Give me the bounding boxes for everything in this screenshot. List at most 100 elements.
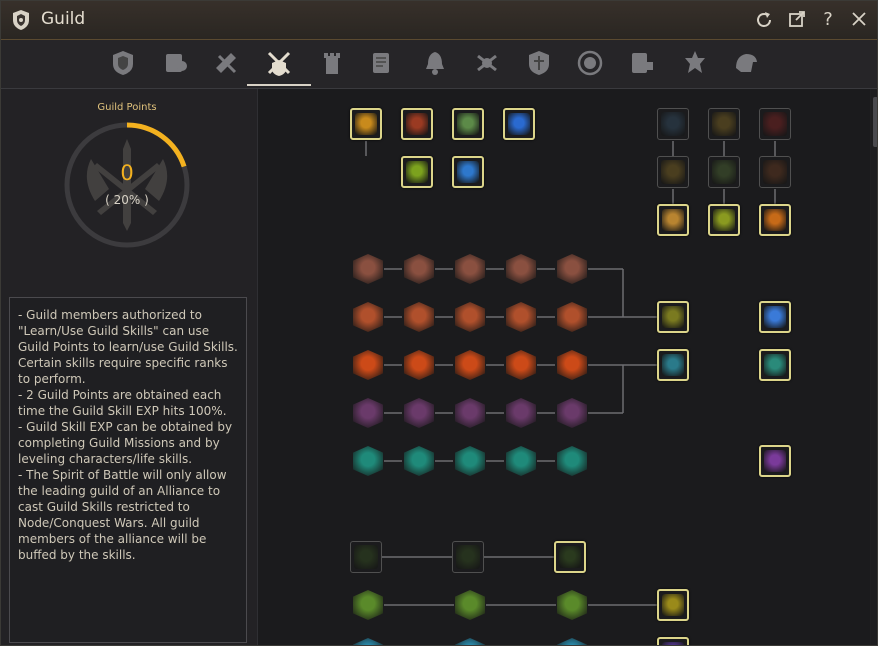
skill-leaf-icon [455, 590, 485, 620]
skill-slot[interactable] [503, 108, 535, 140]
scrollbar-track[interactable] [871, 89, 877, 645]
skill-slot[interactable] [708, 156, 740, 188]
skill-slot[interactable] [657, 637, 689, 645]
skill-slot[interactable] [350, 541, 382, 573]
guild-points-gauge [64, 122, 190, 248]
skill-slot[interactable] [403, 349, 435, 381]
tab-guild-castle[interactable] [317, 48, 347, 78]
tab-guild-notice[interactable] [420, 48, 450, 78]
tab-guild-members[interactable] [160, 48, 190, 78]
skill-slot[interactable] [401, 156, 433, 188]
skill-slot[interactable] [452, 108, 484, 140]
scrollbar-thumb[interactable] [873, 97, 877, 147]
tab-guild-alliance[interactable] [680, 48, 710, 78]
skill-slot[interactable] [454, 445, 486, 477]
skill-dark-teal-icon [661, 112, 685, 136]
skill-dark-green-icon [559, 546, 581, 568]
refresh-icon[interactable] [753, 10, 775, 30]
skill-slot[interactable] [759, 108, 791, 140]
skill-slot[interactable] [350, 108, 382, 140]
skill-dark-beast-icon [763, 160, 787, 184]
skill-slot[interactable] [403, 445, 435, 477]
tab-guild-mount[interactable] [731, 48, 761, 78]
skill-slot[interactable] [759, 156, 791, 188]
skill-slot[interactable] [556, 637, 588, 645]
skill-slot[interactable] [657, 156, 689, 188]
skill-slot[interactable] [452, 541, 484, 573]
close-icon[interactable] [848, 10, 870, 30]
skill-slot[interactable] [505, 397, 537, 429]
skill-slot[interactable] [403, 301, 435, 333]
tab-guild-skills[interactable] [264, 48, 294, 78]
skill-leaf-icon [353, 590, 383, 620]
skill-spiral-icon [455, 398, 485, 428]
skill-slot[interactable] [505, 349, 537, 381]
help-icon[interactable]: ? [817, 10, 839, 30]
skill-slot[interactable] [657, 301, 689, 333]
guild-points-panel: Guild Points 0 ( 20% ) - Guild members a… [1, 89, 258, 645]
tab-guild-house[interactable] [627, 48, 657, 78]
skill-leaf-icon [557, 590, 587, 620]
skill-slot[interactable] [452, 156, 484, 188]
guild-members-icon [166, 54, 187, 72]
skill-slot[interactable] [556, 301, 588, 333]
skill-slot[interactable] [505, 445, 537, 477]
guild-window: Guild ? Guild Points 0 ( 20% ) - Guild m… [0, 0, 878, 646]
skill-slot[interactable] [352, 397, 384, 429]
skill-slot[interactable] [657, 349, 689, 381]
skill-slot[interactable] [403, 397, 435, 429]
skill-fire-icon [506, 350, 536, 380]
skill-slot[interactable] [352, 253, 384, 285]
skill-slot[interactable] [454, 397, 486, 429]
skill-sword-icon [353, 302, 383, 332]
tab-guild-shield[interactable] [524, 48, 554, 78]
skill-slot[interactable] [454, 349, 486, 381]
skill-slot[interactable] [352, 589, 384, 621]
popout-icon[interactable] [786, 10, 808, 30]
skill-slot[interactable] [708, 108, 740, 140]
skill-slot[interactable] [554, 541, 586, 573]
guild-emblem-icon [577, 50, 603, 76]
skill-dark-green-icon [354, 545, 378, 569]
skill-spiral-icon [404, 398, 434, 428]
skill-slot[interactable] [759, 349, 791, 381]
tab-guild-warehouse[interactable] [366, 48, 396, 78]
skill-slot[interactable] [556, 397, 588, 429]
skill-slot[interactable] [403, 253, 435, 285]
skill-blue-feather-icon [764, 306, 786, 328]
skill-slot[interactable] [657, 108, 689, 140]
skill-slot[interactable] [556, 445, 588, 477]
tab-guild-war[interactable] [472, 48, 502, 78]
skill-slot[interactable] [759, 445, 791, 477]
guild-info-icon [113, 51, 133, 75]
skill-slot[interactable] [352, 349, 384, 381]
tab-guild-quests[interactable] [211, 48, 241, 78]
skill-slot[interactable] [352, 445, 384, 477]
skill-tree [258, 89, 870, 645]
skill-slot[interactable] [657, 589, 689, 621]
skill-cyan-orb-icon [455, 638, 485, 645]
skill-slot[interactable] [657, 204, 689, 236]
skill-slot[interactable] [454, 253, 486, 285]
skill-slot[interactable] [352, 301, 384, 333]
skill-slot[interactable] [556, 253, 588, 285]
tab-guild-emblem[interactable] [575, 48, 605, 78]
skill-slot[interactable] [759, 301, 791, 333]
skill-slot[interactable] [505, 253, 537, 285]
skill-slot[interactable] [759, 204, 791, 236]
skill-slot[interactable] [708, 204, 740, 236]
tab-bar [1, 40, 877, 89]
skill-slot[interactable] [401, 108, 433, 140]
skill-sword-icon [455, 302, 485, 332]
skill-slot[interactable] [454, 301, 486, 333]
skill-slot[interactable] [454, 637, 486, 645]
skill-teal-blade-icon [557, 446, 587, 476]
skill-slot[interactable] [556, 349, 588, 381]
skill-slot[interactable] [505, 301, 537, 333]
skill-olive-face-icon [662, 306, 684, 328]
skill-slot[interactable] [454, 589, 486, 621]
skill-slot[interactable] [556, 589, 588, 621]
skill-teal-blade-icon [506, 446, 536, 476]
tab-guild-info[interactable] [108, 48, 138, 78]
skill-slot[interactable] [352, 637, 384, 645]
